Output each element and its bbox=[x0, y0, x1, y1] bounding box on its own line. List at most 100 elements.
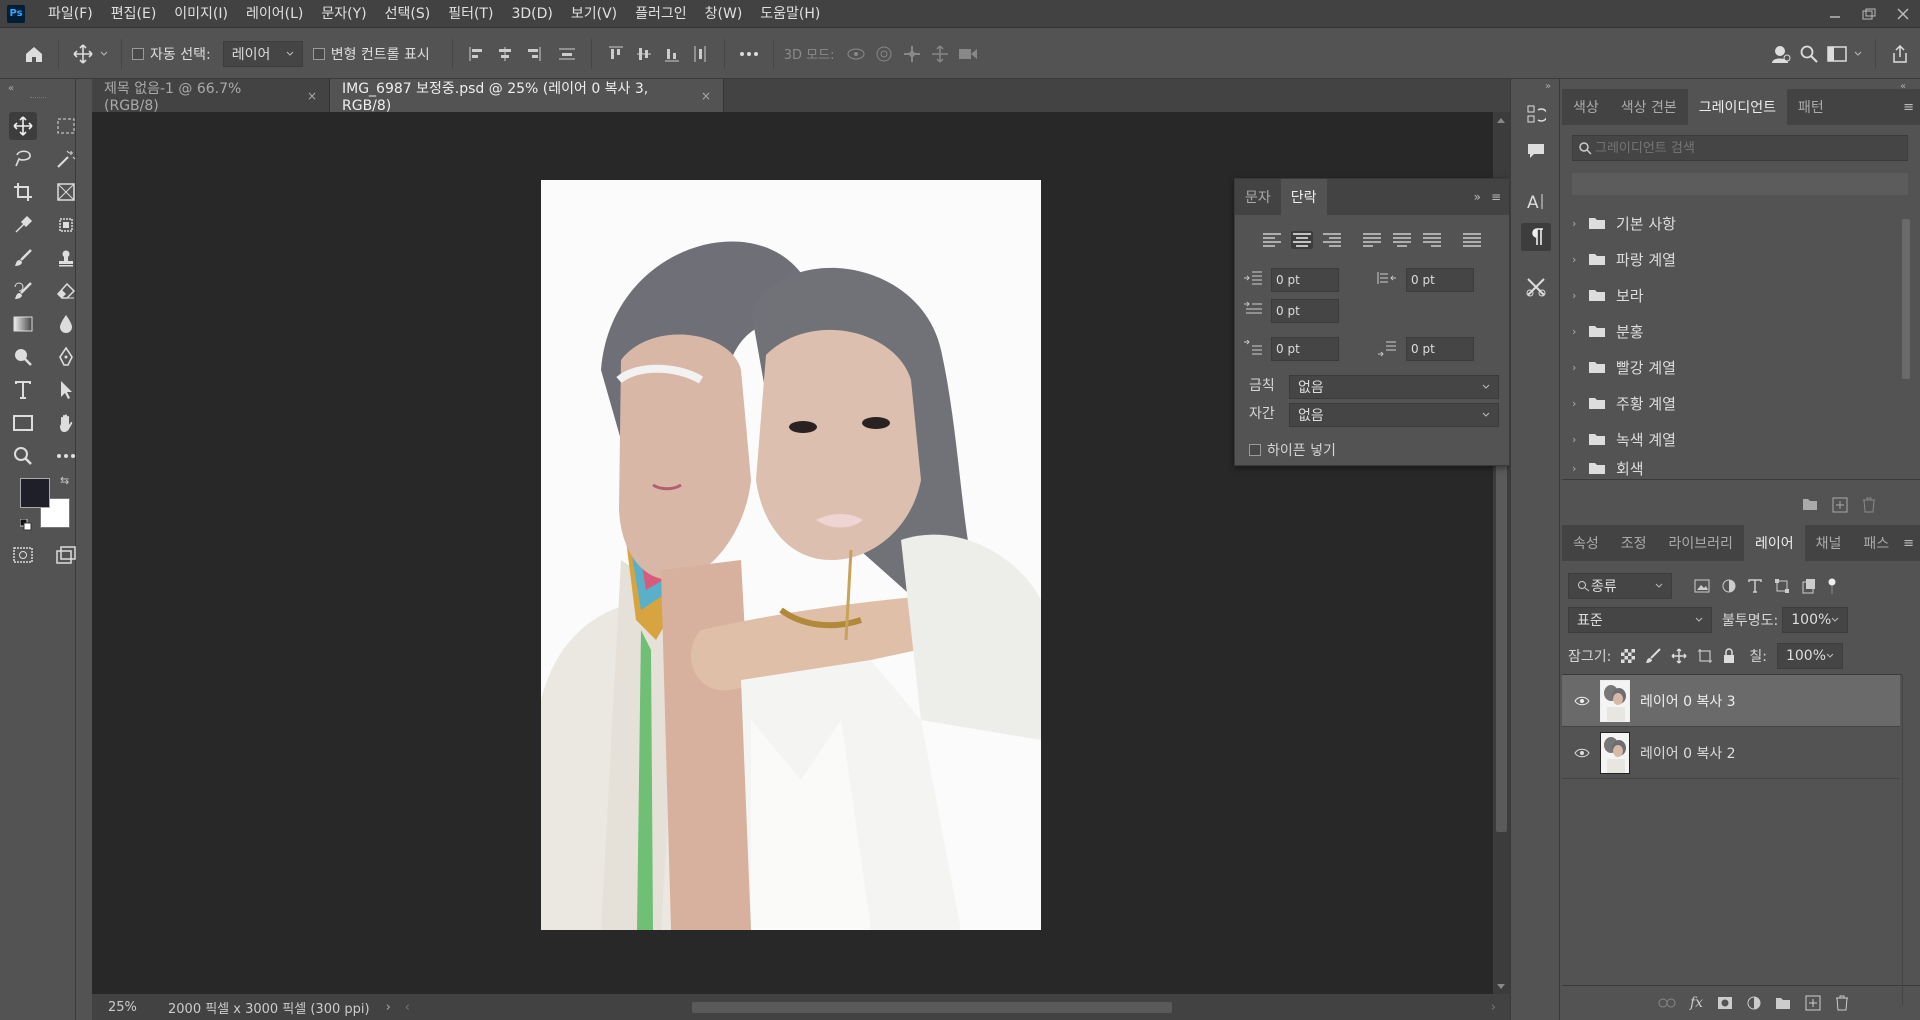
workspace-icon[interactable] bbox=[1823, 40, 1851, 68]
mojikumi-dropdown[interactable]: 없음 bbox=[1289, 403, 1499, 427]
align-center-text-icon[interactable] bbox=[1291, 231, 1313, 249]
menu-help[interactable]: 도움말(H) bbox=[751, 0, 829, 28]
edit-toolbar-icon[interactable] bbox=[52, 442, 80, 470]
minimize-icon[interactable] bbox=[1818, 0, 1852, 28]
history-panel-icon[interactable] bbox=[1521, 101, 1551, 129]
character-panel-icon[interactable]: A bbox=[1521, 187, 1551, 215]
3d-pan-icon[interactable] bbox=[898, 40, 926, 68]
panel-collapse-icon[interactable]: » bbox=[1474, 190, 1481, 204]
blend-mode-dropdown[interactable]: 표준 bbox=[1568, 607, 1712, 633]
gradient-folder[interactable]: › 회색 bbox=[1572, 457, 1902, 479]
layer-name[interactable]: 레이어 0 복사 3 bbox=[1640, 691, 1736, 711]
default-colors-icon[interactable] bbox=[20, 519, 32, 531]
delete-icon[interactable] bbox=[1862, 497, 1876, 513]
filter-smart-object-icon[interactable] bbox=[1802, 578, 1816, 594]
eraser-tool-icon[interactable] bbox=[52, 277, 80, 305]
chevron-down-icon[interactable] bbox=[97, 40, 111, 68]
new-gradient-icon[interactable] bbox=[1832, 497, 1848, 513]
tab-gradients[interactable]: 그레이디언트 bbox=[1687, 89, 1788, 125]
justify-all-icon[interactable] bbox=[1461, 231, 1483, 249]
layers-menu-icon[interactable]: ≡ bbox=[1903, 525, 1920, 561]
path-selection-tool-icon[interactable] bbox=[52, 376, 80, 404]
lock-all-icon[interactable] bbox=[1723, 648, 1735, 664]
gradient-folder[interactable]: › 분홍 bbox=[1572, 313, 1902, 349]
strip-collapse-icon[interactable]: » bbox=[1545, 81, 1551, 92]
object-selection-tool-icon[interactable] bbox=[52, 211, 80, 239]
gradient-folder[interactable]: › 파랑 계열 bbox=[1572, 241, 1902, 277]
space-after-input[interactable]: 0 pt bbox=[1406, 337, 1474, 361]
justify-last-right-icon[interactable] bbox=[1421, 231, 1443, 249]
panel-menu-icon[interactable]: ≡ bbox=[1491, 190, 1501, 204]
auto-select-target-dropdown[interactable]: 레이어 bbox=[222, 40, 303, 67]
fill-input[interactable]: 100% bbox=[1776, 643, 1843, 669]
collapse-icon[interactable]: « bbox=[8, 83, 14, 94]
pen-tool-icon[interactable] bbox=[52, 343, 80, 371]
tab-layers[interactable]: 레이어 bbox=[1743, 525, 1805, 561]
filter-pixel-icon[interactable] bbox=[1694, 579, 1710, 593]
align-horizontal-centers-icon[interactable] bbox=[491, 40, 519, 68]
layer-filter-dropdown[interactable]: 종류 bbox=[1568, 573, 1672, 599]
gradient-search-field[interactable] bbox=[1572, 135, 1908, 161]
menu-type[interactable]: 문자(Y) bbox=[312, 0, 375, 28]
scroll-thumb[interactable] bbox=[1496, 452, 1507, 832]
gradient-folder[interactable]: › 빨강 계열 bbox=[1572, 349, 1902, 385]
hscroll-left-icon[interactable]: ‹ bbox=[405, 1000, 410, 1015]
align-right-text-icon[interactable] bbox=[1321, 231, 1343, 249]
indent-right-input[interactable]: 0 pt bbox=[1406, 268, 1474, 292]
visibility-eye-icon[interactable] bbox=[1570, 696, 1594, 706]
adjustment-layer-icon[interactable] bbox=[1747, 996, 1761, 1010]
visibility-eye-icon[interactable] bbox=[1570, 748, 1594, 758]
document-photo[interactable] bbox=[541, 180, 1041, 930]
new-group-icon[interactable] bbox=[1802, 497, 1818, 513]
3d-scale-icon[interactable] bbox=[954, 40, 982, 68]
lock-image-pixels-icon[interactable] bbox=[1645, 648, 1662, 664]
tab-paragraph[interactable]: 단락 bbox=[1280, 179, 1327, 215]
tab-img-6987[interactable]: IMG_6987 보정중.psd @ 25% (레이어 0 복사 3, RGB/… bbox=[330, 79, 724, 114]
tab-adjustments[interactable]: 조정 bbox=[1610, 525, 1658, 561]
type-tool-icon[interactable] bbox=[9, 376, 37, 404]
blur-tool-icon[interactable] bbox=[52, 310, 80, 338]
quick-mask-icon[interactable] bbox=[9, 541, 37, 569]
gradient-folder[interactable]: › 기본 사항 bbox=[1572, 205, 1902, 241]
restore-icon[interactable] bbox=[1852, 0, 1886, 28]
gradient-folder[interactable]: › 주황 계열 bbox=[1572, 385, 1902, 421]
tab-untitled[interactable]: 제목 없음-1 @ 66.7% (RGB/8) × bbox=[92, 79, 330, 114]
menu-layer[interactable]: 레이어(L) bbox=[237, 0, 312, 28]
menu-3d[interactable]: 3D(D) bbox=[502, 0, 561, 28]
status-expand-arrow[interactable]: › bbox=[386, 1000, 391, 1015]
tab-close-icon[interactable]: × bbox=[307, 89, 317, 103]
hyphenate-checkbox[interactable] bbox=[1249, 444, 1261, 456]
3d-orbit-icon[interactable] bbox=[842, 40, 870, 68]
layer-row[interactable]: 레이어 0 복사 2 bbox=[1562, 727, 1900, 779]
tool-presets-icon[interactable] bbox=[1521, 273, 1551, 301]
layer-name[interactable]: 레이어 0 복사 2 bbox=[1640, 743, 1736, 763]
screen-mode-icon[interactable] bbox=[52, 541, 80, 569]
opacity-input[interactable]: 100% bbox=[1782, 607, 1849, 633]
justify-last-center-icon[interactable] bbox=[1391, 231, 1413, 249]
filter-type-icon[interactable] bbox=[1748, 579, 1762, 593]
foreground-color-swatch[interactable] bbox=[20, 478, 50, 508]
link-layers-icon[interactable] bbox=[1658, 998, 1676, 1008]
new-group-icon[interactable] bbox=[1775, 996, 1791, 1010]
lock-position-icon[interactable] bbox=[1671, 648, 1687, 664]
history-brush-tool-icon[interactable] bbox=[9, 277, 37, 305]
filter-shape-icon[interactable] bbox=[1774, 578, 1790, 594]
scroll-up-icon[interactable] bbox=[1497, 118, 1505, 123]
crop-tool-icon[interactable] bbox=[9, 178, 37, 206]
search-icon[interactable] bbox=[1795, 40, 1823, 68]
move-tool-icon[interactable] bbox=[69, 40, 97, 68]
3d-roll-icon[interactable] bbox=[870, 40, 898, 68]
export-share-icon[interactable] bbox=[1886, 40, 1914, 68]
align-vertical-centers-icon[interactable] bbox=[630, 40, 658, 68]
align-top-edges-icon[interactable] bbox=[602, 40, 630, 68]
menu-file[interactable]: 파일(F) bbox=[39, 0, 102, 28]
eyedropper-tool-icon[interactable] bbox=[9, 211, 37, 239]
menu-window[interactable]: 창(W) bbox=[696, 0, 752, 28]
lock-transparent-pixels-icon[interactable] bbox=[1621, 649, 1636, 663]
indent-left-input[interactable]: 0 pt bbox=[1271, 268, 1339, 292]
magic-wand-tool-icon[interactable] bbox=[52, 145, 80, 173]
menu-edit[interactable]: 편집(E) bbox=[102, 0, 166, 28]
indent-first-line-input[interactable]: 0 pt bbox=[1271, 299, 1339, 323]
hscroll-right-icon[interactable]: › bbox=[1491, 1000, 1496, 1015]
share-user-icon[interactable] bbox=[1767, 40, 1795, 68]
